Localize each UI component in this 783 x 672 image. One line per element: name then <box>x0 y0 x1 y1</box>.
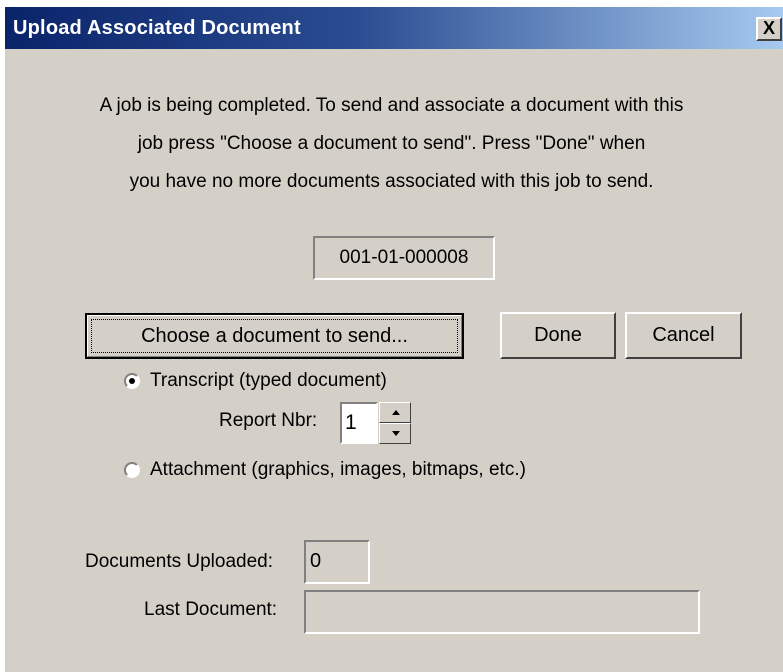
report-nbr-label: Report Nbr: <box>219 410 318 431</box>
job-id-display: 001-01-000008 <box>313 236 495 280</box>
transcript-option[interactable]: Transcript (typed document) <box>124 370 387 392</box>
transcript-label: Transcript (typed document) <box>150 370 387 391</box>
report-nbr-input[interactable]: 1 <box>340 402 378 444</box>
attachment-radio[interactable] <box>124 462 140 478</box>
close-icon: X <box>762 18 775 38</box>
documents-uploaded-field: 0 <box>304 540 370 584</box>
documents-uploaded-label: Documents Uploaded: <box>85 551 273 572</box>
arrow-up-icon <box>392 410 400 415</box>
transcript-radio[interactable] <box>124 373 140 389</box>
spin-up-button[interactable] <box>379 402 411 423</box>
spin-down-button[interactable] <box>379 423 411 444</box>
instruction-line-2: job press "Choose a document to send". P… <box>137 133 646 154</box>
choose-document-button[interactable]: Choose a document to send... <box>85 313 464 359</box>
cancel-button[interactable]: Cancel <box>625 312 742 359</box>
done-button[interactable]: Done <box>500 312 616 359</box>
last-document-field <box>304 590 700 634</box>
instruction-line-1: A job is being completed. To send and as… <box>99 95 684 116</box>
last-document-label: Last Document: <box>144 599 278 620</box>
arrow-down-icon <box>392 431 400 436</box>
title-bar[interactable]: Upload Associated Document X <box>5 7 783 49</box>
attachment-option[interactable]: Attachment (graphics, images, bitmaps, e… <box>124 459 526 481</box>
instruction-line-3: you have no more documents associated wi… <box>129 171 654 192</box>
dialog-title: Upload Associated Document <box>13 17 301 39</box>
report-nbr-spinner[interactable] <box>379 402 411 444</box>
close-button[interactable]: X <box>756 17 782 41</box>
attachment-label: Attachment (graphics, images, bitmaps, e… <box>150 459 526 480</box>
